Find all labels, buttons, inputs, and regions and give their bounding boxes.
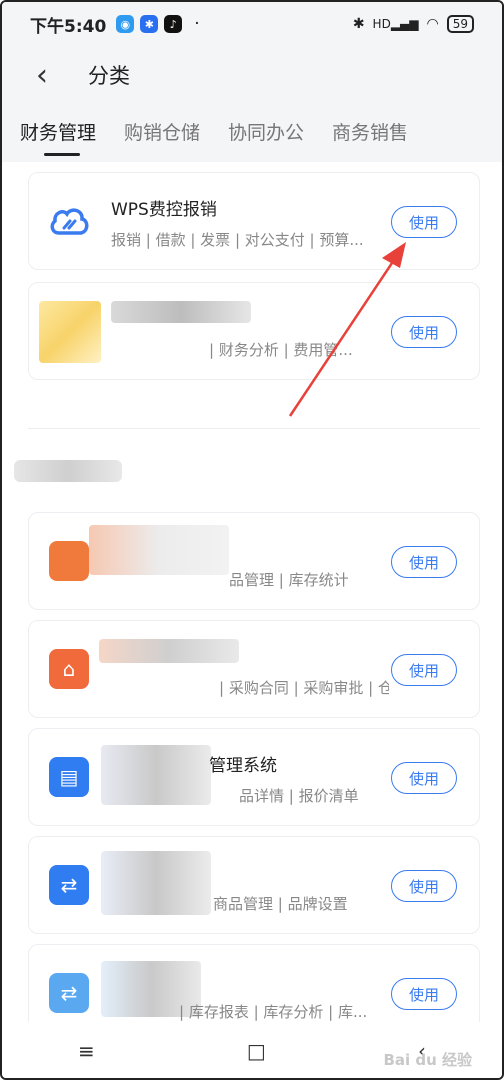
tab-purchase-inventory[interactable]: 购销仓储 (124, 104, 200, 162)
category-tabs: 财务管理 购销仓储 协同办公 商务销售 (2, 104, 502, 162)
use-button[interactable]: 使用 (391, 654, 457, 686)
use-button[interactable]: 使用 (391, 316, 457, 348)
bluetooth-icon: ✱ (352, 16, 365, 32)
wifi-icon: ◠ (426, 16, 439, 32)
app-description: | 采购合同 | 采购审批 | 仓... (219, 679, 389, 697)
blurred-app-name (99, 639, 239, 663)
section-divider (28, 428, 480, 429)
use-button[interactable]: 使用 (391, 978, 457, 1010)
blurred-app-name (111, 301, 251, 323)
blurred-app-name (101, 851, 211, 915)
use-button[interactable]: 使用 (391, 870, 457, 902)
network-label: HD (372, 17, 391, 31)
back-button[interactable]: ‹ (2, 46, 82, 104)
status-time: 下午5:40 (30, 16, 107, 37)
signal-icon: HD▂▄▆ (372, 17, 419, 31)
tab-business-sales[interactable]: 商务销售 (332, 104, 408, 162)
app-card-6[interactable]: ⇄ 商品管理 | 品牌设置 使用 (28, 836, 480, 934)
page-title: 分类 (88, 64, 130, 88)
app-description: 商品管理 | 品牌设置 (213, 895, 348, 913)
status-bar: 下午5:40 ◉ ✱ ♪ · ✱ HD▂▄▆ ◠ 59 (2, 2, 502, 46)
yellow-app-icon (39, 301, 101, 363)
app-name: WPS费控报销 (111, 200, 217, 220)
battery-indicator: 59 (446, 15, 474, 33)
blurred-app-name (101, 745, 211, 805)
app-card-wps-expense[interactable]: WPS费控报销 报销 | 借款 | 发票 | 对公支付 | 预算... 使用 (28, 172, 480, 270)
orange-app-icon (49, 541, 89, 581)
app-description: | 库存报表 | 库存分析 | 库... (179, 1003, 368, 1021)
app-list: WPS费控报销 报销 | 借款 | 发票 | 对公支付 | 预算... 使用 |… (2, 162, 502, 1022)
tab-finance[interactable]: 财务管理 (20, 104, 96, 162)
bluetooth-app-icon: ✱ (140, 15, 159, 33)
app-header: ‹ 分类 (2, 46, 502, 104)
app-card-3[interactable]: 品管理 | 库存统计 使用 (28, 512, 480, 610)
blurred-section-title (14, 460, 122, 482)
status-dot: · (194, 14, 200, 34)
use-button[interactable]: 使用 (391, 762, 457, 794)
app-card-5[interactable]: ▤ 管理系统 品详情 | 报价清单 使用 (28, 728, 480, 826)
blue-doc-icon: ▤ (49, 757, 89, 797)
app-description: 报销 | 借款 | 发票 | 对公支付 | 预算... (111, 231, 364, 249)
cloud-icon (49, 201, 89, 241)
menu-icon[interactable]: ≡ (78, 1039, 95, 1063)
use-button[interactable]: 使用 (391, 206, 457, 238)
orange-house-icon: ⌂ (49, 649, 89, 689)
blurred-app-name (89, 525, 229, 575)
app-card-2[interactable]: | 财务分析 | 费用管... 使用 (28, 282, 480, 380)
status-right-icons: ✱ HD▂▄▆ ◠ 59 (353, 15, 474, 33)
app-name: 管理系统 (209, 756, 277, 776)
phone-screen: 下午5:40 ◉ ✱ ♪ · ✱ HD▂▄▆ ◠ 59 ‹ 分类 财务管理 购销… (0, 0, 504, 1080)
use-button[interactable]: 使用 (391, 546, 457, 578)
app-description: 品详情 | 报价清单 (239, 787, 359, 805)
blue-clipboard-icon: ⇄ (49, 865, 89, 905)
back-icon: ‹ (36, 57, 48, 93)
tiktok-app-icon: ♪ (164, 15, 183, 33)
app-card-4[interactable]: ⌂ | 采购合同 | 采购审批 | 仓... 使用 (28, 620, 480, 718)
app-card-7[interactable]: ⇄ | 库存报表 | 库存分析 | 库... 使用 (28, 944, 480, 1022)
app-description: 品管理 | 库存统计 (229, 571, 349, 589)
message-app-icon: ◉ (116, 15, 135, 33)
app-description: | 财务分析 | 费用管... (209, 341, 353, 359)
home-icon[interactable]: □ (247, 1039, 266, 1063)
light-blue-clipboard-icon: ⇄ (49, 973, 89, 1013)
watermark: Bai du 经验 (383, 1051, 472, 1069)
status-app-icons: ◉ ✱ ♪ · (116, 14, 200, 34)
tab-collaboration[interactable]: 协同办公 (228, 104, 304, 162)
